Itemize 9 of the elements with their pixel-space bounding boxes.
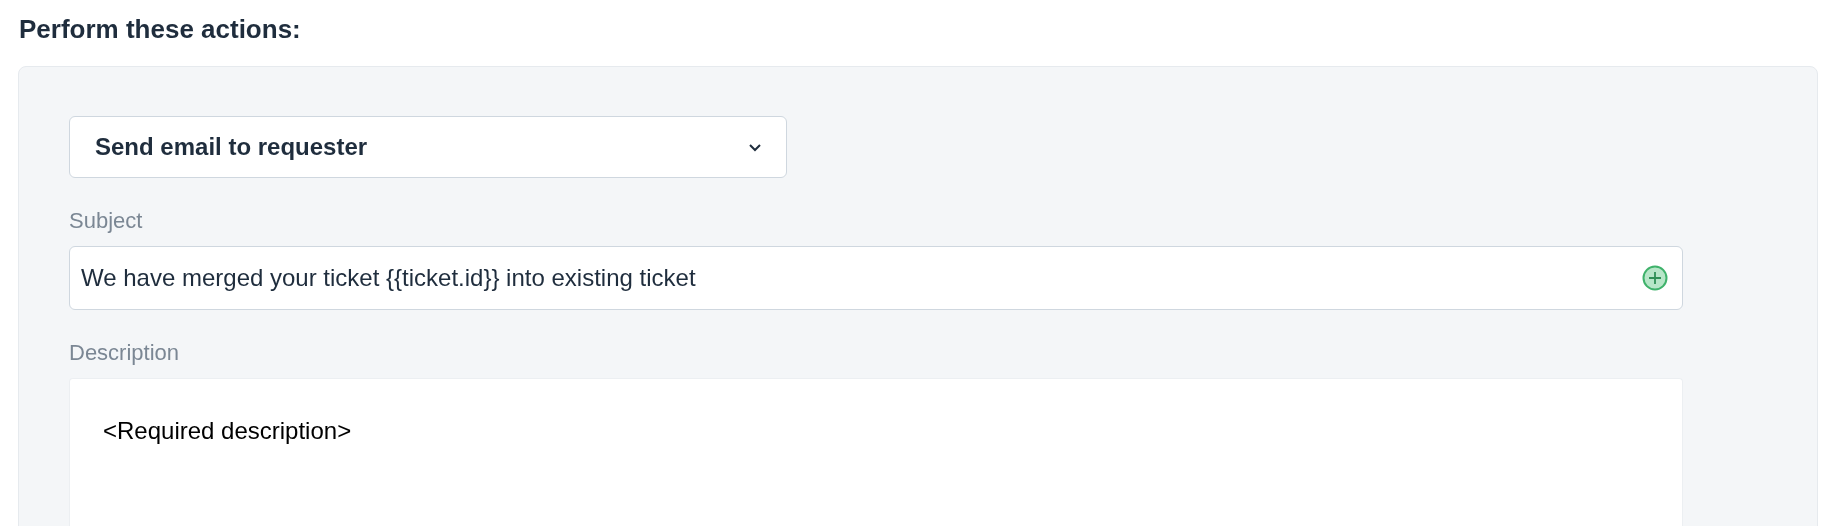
subject-field[interactable]: We have merged your ticket {{ticket.id}} into existing ticket: [69, 246, 1683, 310]
action-dropdown[interactable]: Send email to requester: [69, 116, 787, 178]
section-heading: Perform these actions:: [19, 13, 302, 46]
field-label: Description: [69, 339, 181, 367]
description-editor[interactable]: <Required description>: [69, 378, 1683, 526]
description-text: <Required description>: [103, 417, 353, 445]
chevron-down-icon: [748, 142, 762, 152]
plus-circle-icon[interactable]: [1642, 265, 1668, 291]
field-label: Subject: [69, 207, 144, 235]
